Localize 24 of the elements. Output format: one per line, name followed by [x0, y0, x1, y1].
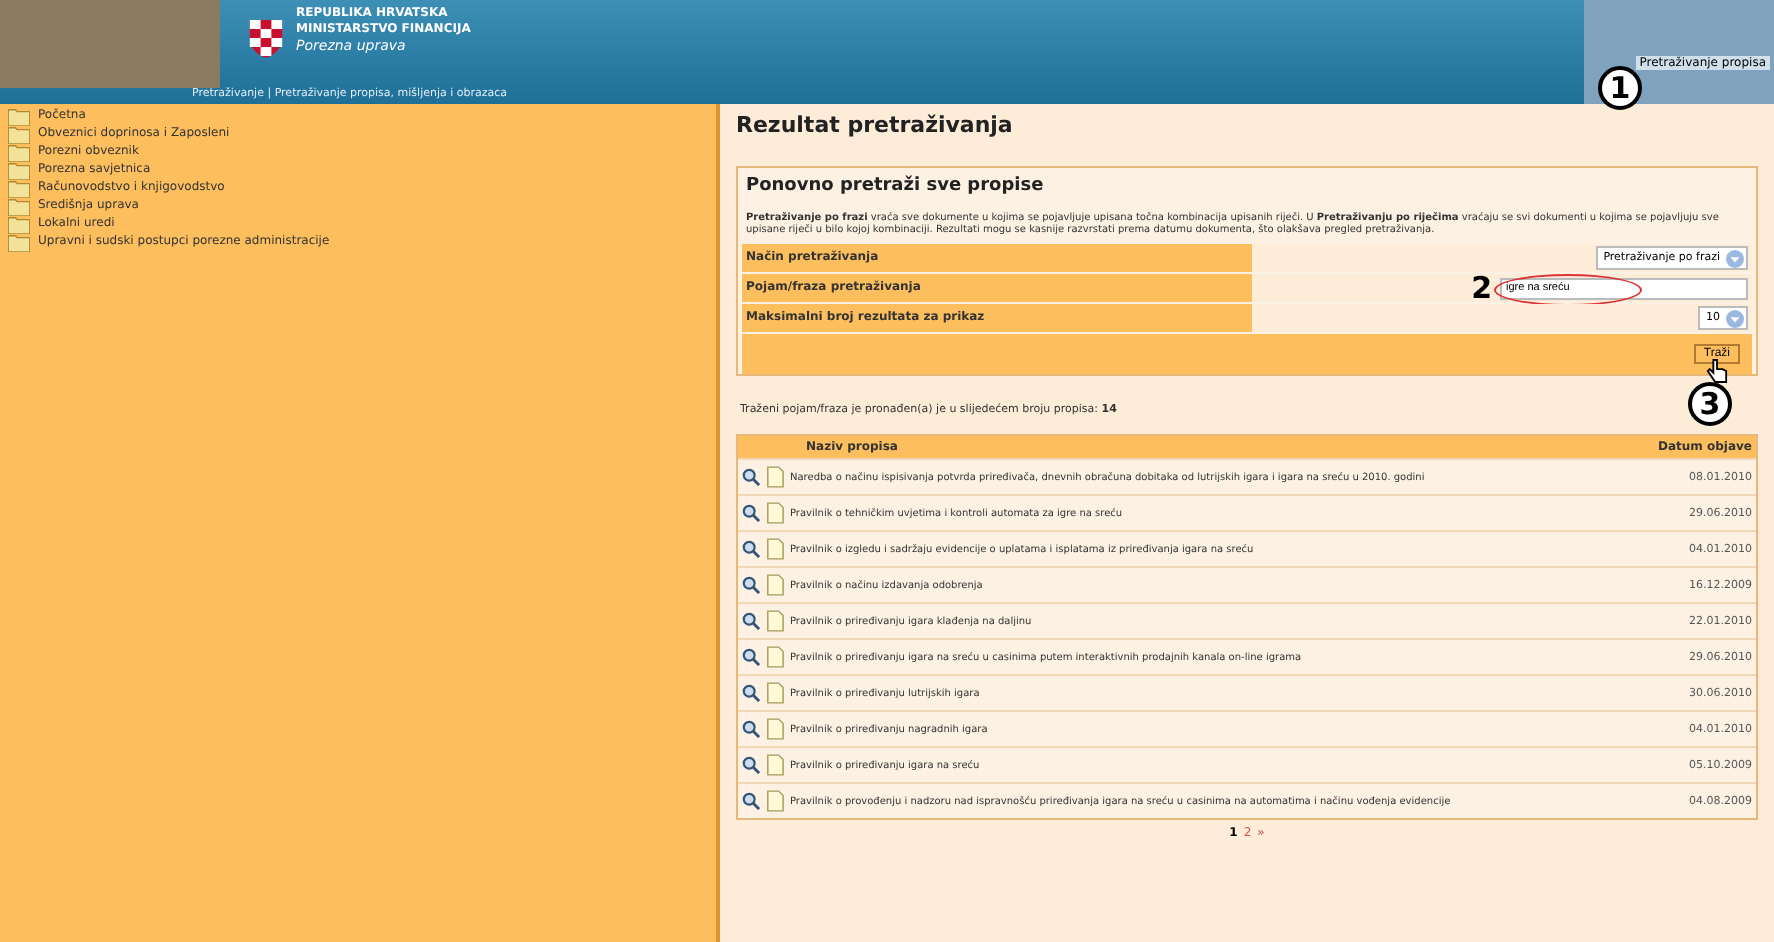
magnifier-icon[interactable]: [742, 540, 760, 558]
annotation-number: 2: [1471, 270, 1492, 306]
magnifier-icon[interactable]: [742, 612, 760, 630]
hand-cursor-icon: [1706, 358, 1728, 384]
magnifier-icon[interactable]: [742, 576, 760, 594]
magnifier-icon[interactable]: [742, 720, 760, 738]
annotation-number: 3: [1688, 382, 1732, 426]
page-title: Rezultat pretraživanja: [736, 112, 1015, 138]
magnifier-icon[interactable]: [742, 792, 760, 810]
magnifier-icon[interactable]: [742, 468, 760, 486]
magnifier-icon[interactable]: [742, 648, 760, 666]
folder-icon: [8, 216, 30, 234]
folder-icon: [8, 180, 30, 198]
folder-icon: [8, 162, 30, 180]
folder-icon: [8, 198, 30, 216]
magnifier-icon[interactable]: [742, 684, 760, 702]
coat-of-arms-icon: [248, 16, 284, 60]
magnifier-icon[interactable]: [742, 756, 760, 774]
folder-icon: [8, 126, 30, 144]
folder-icon: [8, 144, 30, 162]
magnifier-icon[interactable]: [742, 504, 760, 522]
panel-title: Ponovno pretraži sve propise: [746, 176, 1046, 196]
folder-icon: [8, 234, 30, 252]
folder-icon: [8, 108, 30, 126]
